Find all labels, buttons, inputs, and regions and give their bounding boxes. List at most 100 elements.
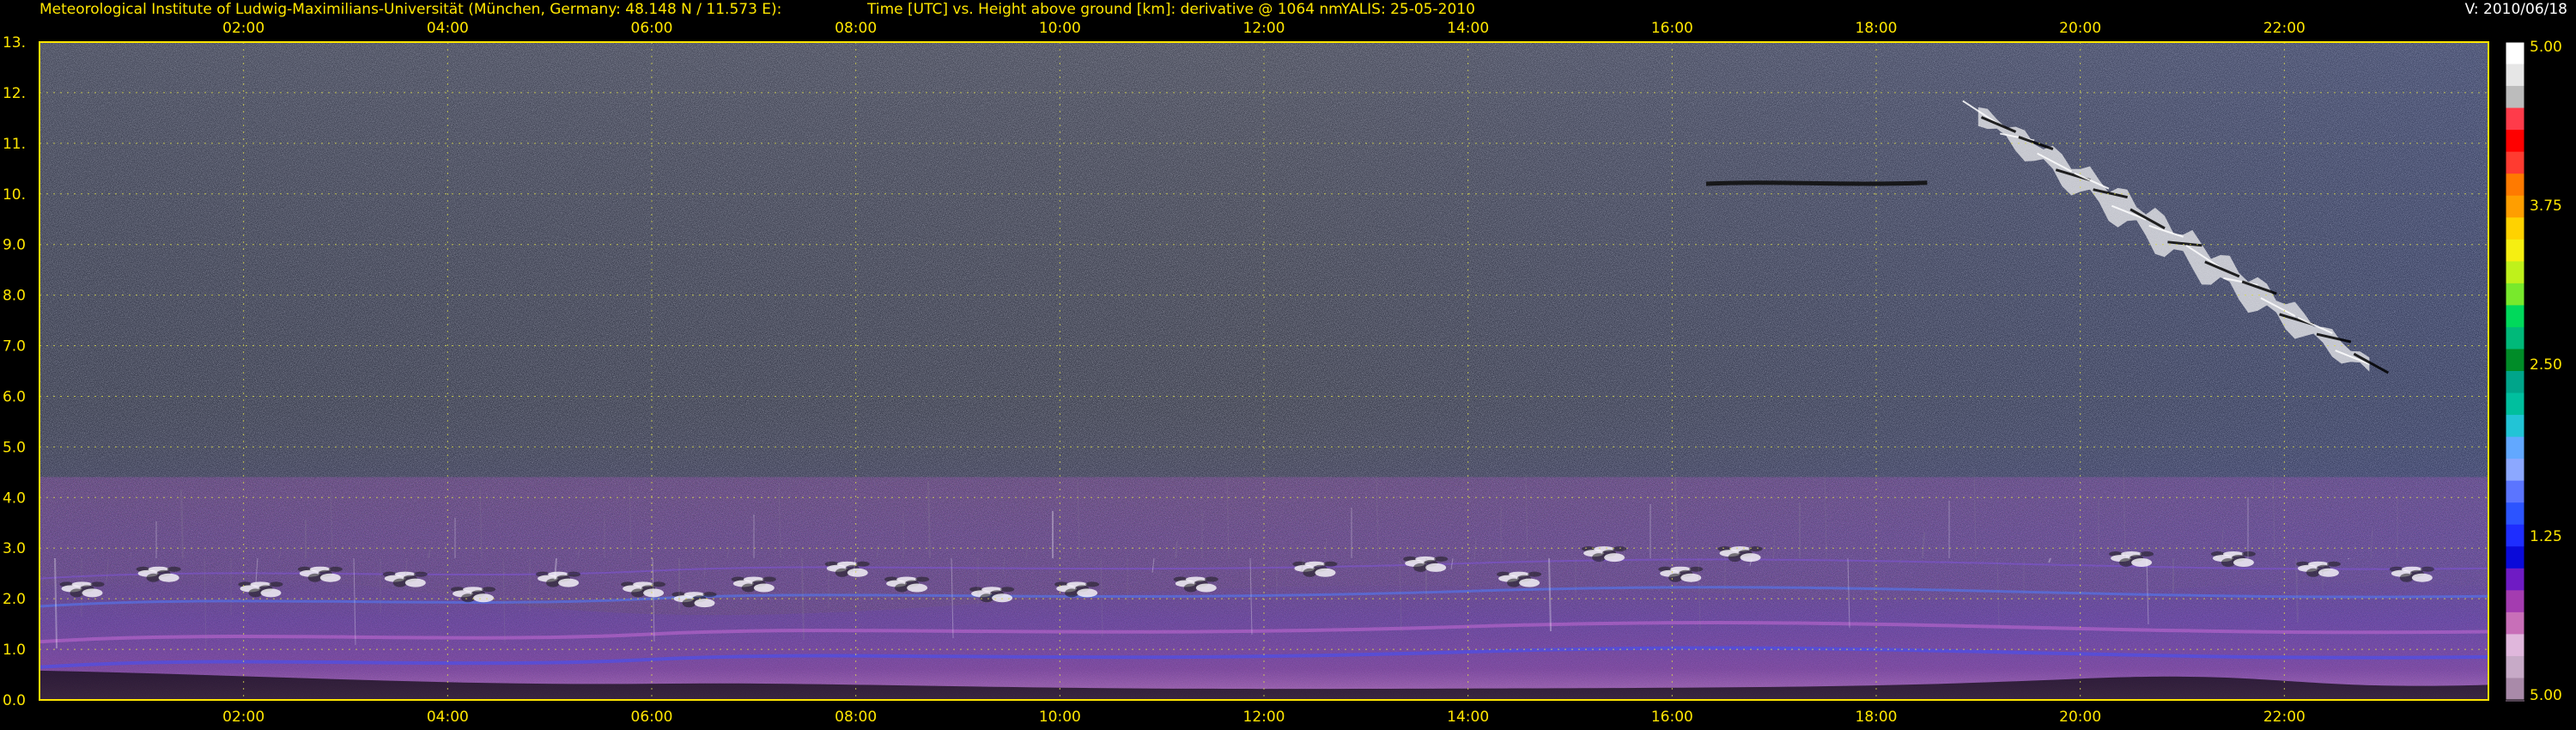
aerosol-blob-17-6: [1528, 571, 1542, 577]
header-site: YALIS: 25-05-2010: [1340, 1, 1475, 18]
aerosol-blob-6-6: [567, 571, 581, 577]
colorbar-segment-9: [2506, 239, 2524, 263]
aerosol-blob-1-5: [158, 573, 179, 582]
top-x-tick-9: 20:00: [2059, 20, 2101, 37]
aerosol-blob-16-6: [1434, 556, 1449, 562]
colorbar-segment-29: [2506, 678, 2524, 702]
aerosol-blob-13-5: [1077, 588, 1098, 598]
colorbar-segment-12: [2506, 305, 2524, 329]
aerosol-blob-5-5: [473, 593, 495, 603]
colorbar-segment-18: [2506, 436, 2524, 460]
aerosol-blob-7-6: [652, 581, 666, 587]
colorbar-segment-8: [2506, 217, 2524, 241]
aerosol-blob-13-6: [1085, 581, 1100, 587]
aerosol-blob-3-6: [328, 566, 343, 572]
top-x-tick-3: 08:00: [835, 20, 877, 37]
top-x-tick-7: 16:00: [1651, 20, 1693, 37]
colorbar-segment-6: [2506, 173, 2524, 198]
aerosol-blob-21-5: [2131, 558, 2153, 568]
y-tick-1: 1.0: [3, 642, 26, 659]
colorbar-segment-11: [2506, 283, 2524, 307]
colorbar-segment-0: [2506, 42, 2524, 65]
colorbar-segment-16: [2506, 392, 2524, 417]
aerosol-blob-9-6: [762, 576, 776, 582]
y-tick-10: 10.: [3, 186, 26, 204]
colorbar-segment-5: [2506, 151, 2524, 175]
aerosol-blob-2-5: [260, 588, 282, 598]
aerosol-blob-14-6: [1204, 576, 1218, 582]
colorbar-label-1: 3.75: [2530, 198, 2562, 215]
aerosol-blob-24-5: [2411, 573, 2433, 582]
colorbar-labels: 5.00 3.75 2.50 1.25 5.00: [2530, 39, 2562, 704]
y-tick-5: 5.0: [3, 439, 26, 456]
colorbar-segment-24: [2506, 568, 2524, 592]
top-x-tick-labels: 02:00 04:00 06:00 08:00 10:00 12:00 14:00 16:00…: [222, 20, 2306, 37]
aerosol-blob-8-5: [694, 599, 715, 608]
colorbar-segment-2: [2506, 86, 2524, 110]
y-tick-7: 7.0: [3, 338, 26, 356]
colorbar-segment-19: [2506, 459, 2524, 483]
lidar-page: Meteorological Institute of Ludwig-Maxim…: [0, 0, 2576, 730]
aerosol-blob-19-6: [1689, 566, 1704, 572]
chart-title: Time [UTC] vs. Height above ground [km]:…: [866, 1, 1343, 18]
y-tick-13: 13.: [3, 34, 26, 52]
colorbar-label-2: 2.50: [2530, 356, 2562, 374]
aerosol-blob-10-6: [855, 561, 870, 567]
aerosol-blob-16-5: [1425, 563, 1447, 572]
colorbar-label-4: 5.00: [2530, 687, 2562, 704]
aerosol-blob-4-6: [413, 571, 428, 577]
bottom-x-tick-8: 18:00: [1856, 709, 1898, 726]
y-tick-labels: 0.0 1.0 2.0 3.0 4.0 5.0 6.0 7.0 8.0 9.0 10. 11. 12. 1…: [3, 34, 26, 709]
y-tick-9: 9.0: [3, 237, 26, 254]
aerosol-blob-22-6: [2241, 551, 2256, 557]
y-tick-11: 11.: [3, 136, 26, 153]
colorbar-segment-13: [2506, 326, 2524, 350]
colorbar-segment-14: [2506, 349, 2524, 373]
colorbar-segment-26: [2506, 611, 2524, 636]
top-x-tick-2: 06:00: [631, 20, 673, 37]
aerosol-blob-11-5: [907, 583, 928, 593]
top-x-tick-0: 02:00: [222, 20, 264, 37]
aerosol-blob-3-5: [319, 573, 341, 582]
bottom-x-tick-10: 22:00: [2263, 709, 2306, 726]
aerosol-blob-20-5: [1740, 553, 1761, 563]
top-x-tick-4: 10:00: [1039, 20, 1081, 37]
y-tick-8: 8.0: [3, 288, 26, 305]
aerosol-blob-11-6: [915, 576, 930, 582]
aerosol-blob-10-5: [847, 568, 868, 577]
bottom-x-tick-3: 08:00: [835, 709, 877, 726]
aerosol-blob-15-6: [1323, 561, 1338, 567]
bottom-x-tick-5: 12:00: [1243, 709, 1285, 726]
colorbar-segment-22: [2506, 524, 2524, 548]
aerosol-blob-18-5: [1604, 553, 1625, 563]
colorbar-label-3: 1.25: [2530, 528, 2562, 545]
aerosol-blob-24-6: [2420, 566, 2434, 572]
aerosol-blob-14-5: [1195, 583, 1217, 593]
aerosol-blob-6-5: [558, 578, 580, 587]
aerosol-blob-17-5: [1519, 578, 1540, 587]
bottom-x-tick-7: 16:00: [1651, 709, 1693, 726]
colorbar-label-0: 5.00: [2530, 39, 2562, 56]
colorbar: [2505, 41, 2525, 702]
top-x-tick-1: 04:00: [427, 20, 469, 37]
aerosol-blob-9-5: [753, 583, 775, 593]
aerosol-blob-22-5: [2233, 558, 2254, 568]
y-tick-3: 3.0: [3, 540, 26, 557]
y-tick-12: 12.: [3, 85, 26, 102]
header-version: V: 2010/06/18: [2465, 1, 2567, 18]
bottom-x-tick-0: 02:00: [222, 709, 264, 726]
colorbar-segment-10: [2506, 261, 2524, 285]
colorbar-segment-20: [2506, 480, 2524, 504]
aerosol-blob-8-6: [702, 592, 717, 598]
bottom-x-tick-1: 04:00: [427, 709, 469, 726]
colorbar-segment-21: [2506, 502, 2524, 526]
colorbar-segment-25: [2506, 590, 2524, 614]
bottom-x-tick-9: 20:00: [2059, 709, 2101, 726]
header-left: Meteorological Institute of Ludwig-Maxim…: [39, 1, 781, 18]
bottom-x-tick-6: 14:00: [1447, 709, 1489, 726]
aerosol-blob-20-6: [1748, 546, 1763, 552]
aerosol-blob-0-6: [90, 581, 105, 587]
colorbar-segment-4: [2506, 130, 2524, 154]
y-tick-0: 0.0: [3, 692, 26, 709]
colorbar-segment-7: [2506, 195, 2524, 219]
